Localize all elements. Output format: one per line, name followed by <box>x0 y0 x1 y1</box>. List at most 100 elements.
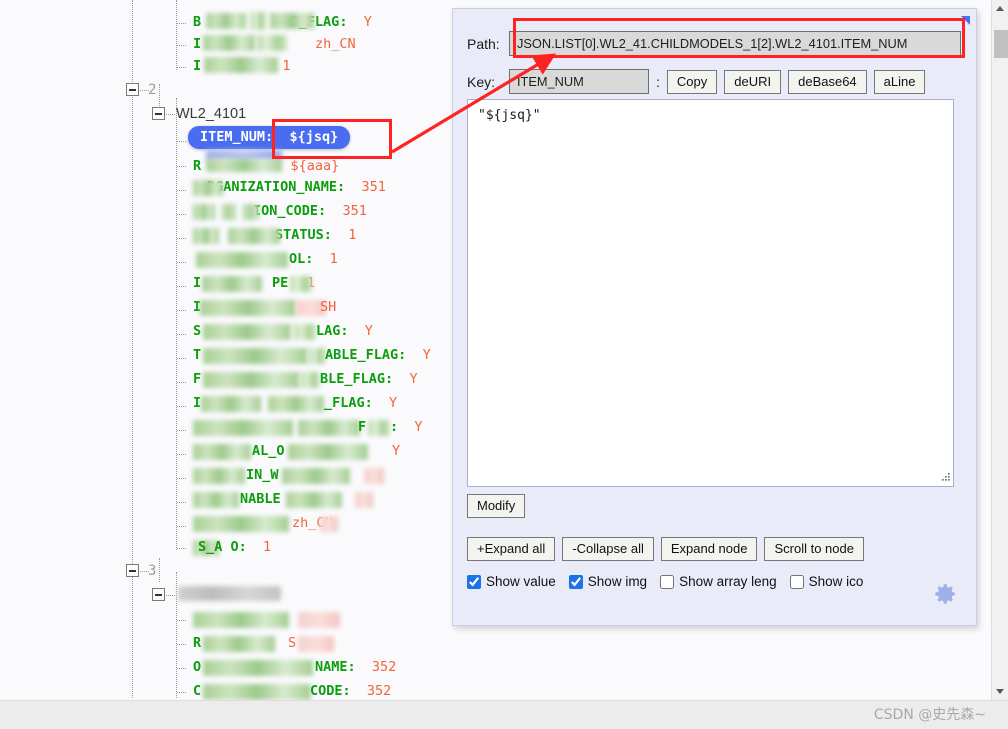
tree-row-colon: : <box>347 659 356 675</box>
tree-row-colon: : <box>340 323 349 339</box>
redaction-block <box>364 468 384 484</box>
tree-guide-level2-c <box>176 572 177 698</box>
tree-row-value-fragment: SH <box>320 297 336 318</box>
tree-tick <box>177 45 186 46</box>
show-value-checkbox[interactable] <box>467 574 481 589</box>
tree-row-value: S <box>288 635 297 651</box>
tree-row-colon: : <box>385 371 394 387</box>
expand-node-button[interactable]: Expand node <box>660 537 758 561</box>
key-row: Key: ITEM_NUM : Copy deURI deBase64 aLin… <box>467 69 967 94</box>
deuri-button[interactable]: deURI <box>724 69 782 94</box>
scroll-to-node-button[interactable]: Scroll to node <box>764 537 864 561</box>
tree-row[interactable]: R <box>193 633 201 654</box>
node-button-row: +Expand all -Collapse all Expand node Sc… <box>467 537 871 561</box>
tree-row[interactable]: zh_CN <box>292 513 333 534</box>
tree-row-tail: : Y <box>390 417 423 438</box>
show-img-option[interactable]: Show img <box>568 574 647 589</box>
tree-row-value: zh_CN <box>292 515 333 531</box>
tree-row-colon: : <box>390 419 399 435</box>
vertical-scrollbar[interactable] <box>991 0 1008 700</box>
debase64-button[interactable]: deBase64 <box>788 69 867 94</box>
tree-row-key-tail: BLE_FLAG <box>320 371 386 387</box>
tree-tick <box>177 334 186 335</box>
tree-row-key-tail: ION_CODE <box>253 203 319 219</box>
tree-toggle-node-3[interactable] <box>126 564 139 577</box>
tree-row-value: 351 <box>342 203 367 219</box>
tree-row[interactable]: RGANIZATION_NAME: 351 <box>207 177 386 198</box>
tree-row[interactable]: S_A O: 1 <box>198 537 271 558</box>
tree-row-key: T <box>193 347 202 363</box>
tree-row-selected-key: ITEM_NUM <box>200 129 266 145</box>
show-img-checkbox[interactable] <box>568 574 583 589</box>
redacted-node-3-name <box>178 586 281 601</box>
scroll-up-arrow-icon[interactable] <box>992 0 1008 17</box>
tree-row[interactable]: OL: 1 <box>289 249 338 270</box>
tree-row[interactable]: F <box>358 417 366 438</box>
tree-row[interactable]: S <box>193 321 201 342</box>
show-array-leng-checkbox[interactable] <box>660 574 675 589</box>
tree-row[interactable]: NABLE <box>240 489 281 510</box>
tree-row[interactable]: T <box>193 345 201 366</box>
tree-row-key-tail: IN_W <box>246 467 279 483</box>
tree-row[interactable]: F <box>193 369 201 390</box>
value-editor[interactable] <box>467 99 954 487</box>
expand-all-button[interactable]: +Expand all <box>467 537 556 561</box>
redaction-block <box>196 252 288 268</box>
show-value-option[interactable]: Show value <box>467 574 556 589</box>
tree-tick <box>177 23 186 24</box>
tree-row[interactable]: I <box>193 297 201 318</box>
tree-tick <box>166 114 175 115</box>
show-array-leng-option[interactable]: Show array leng <box>660 574 777 589</box>
tree-tick <box>177 190 186 191</box>
tree-row[interactable]: STATUS: 1 <box>275 225 356 246</box>
tree-row-key-tail: NAME <box>315 659 348 675</box>
tree-row[interactable]: I 1 <box>193 56 291 77</box>
tree-tick <box>177 238 186 239</box>
tree-toggle-wl2-4101[interactable] <box>152 107 165 120</box>
tree-row-selected[interactable]: ITEM_NUM: ${jsq} <box>188 126 351 149</box>
path-input[interactable]: JSON.LIST[0].WL2_41.CHILDMODELS_1[2].WL2… <box>509 31 961 56</box>
tree-row-colon: : <box>342 683 351 699</box>
copy-button[interactable]: Copy <box>666 69 718 94</box>
scroll-down-arrow-icon[interactable] <box>992 683 1008 700</box>
json-detail-panel: Path: JSON.LIST[0].WL2_41.CHILDMODELS_1[… <box>452 8 977 626</box>
tree-tick <box>177 620 186 621</box>
path-label: Path: <box>467 35 500 52</box>
tree-row-value: SH <box>320 299 337 315</box>
tree-row[interactable]: ION_CODE: 351 <box>253 201 367 222</box>
show-ico-checkbox[interactable] <box>789 574 804 589</box>
collapse-all-button[interactable]: -Collapse all <box>562 537 654 561</box>
tree-row-value: Y <box>363 14 372 30</box>
tree-tick <box>177 454 186 455</box>
tree-tick <box>177 214 186 215</box>
show-ico-option[interactable]: Show ico <box>789 574 863 589</box>
tree-row[interactable]: B E_FLAG: Y <box>193 12 372 33</box>
tree-row-tail: Y <box>392 441 400 462</box>
tree-node-wl2-4101[interactable]: WL2_4101 <box>176 104 246 125</box>
tree-row-key-tail: NABLE <box>240 491 281 507</box>
key-input[interactable]: ITEM_NUM <box>509 69 649 94</box>
triangle-collapse-icon[interactable] <box>961 16 970 25</box>
tree-node-index-3[interactable]: 3 <box>148 561 156 582</box>
gear-icon[interactable] <box>932 581 958 607</box>
tree-tick <box>177 358 186 359</box>
modify-button[interactable]: Modify <box>467 494 526 518</box>
tree-row[interactable]: R ${aaa} <box>193 156 339 177</box>
tree-row[interactable]: IN_W <box>246 465 279 486</box>
tree-guide-level3-a <box>159 84 160 108</box>
aline-button[interactable]: aLine <box>873 69 926 94</box>
tree-row[interactable]: I zh_CN <box>193 34 356 55</box>
tree-row[interactable]: O <box>193 657 201 678</box>
tree-toggle-node-3-child[interactable] <box>152 588 165 601</box>
tree-row-colon: : <box>364 395 373 411</box>
tree-node-index-2[interactable]: 2 <box>148 80 156 101</box>
redaction-block <box>193 492 239 508</box>
tree-toggle-node-2[interactable] <box>126 83 139 96</box>
tree-tick <box>177 166 186 167</box>
tree-row[interactable]: AL_O <box>252 441 285 462</box>
tree-row-tail: NAME: 352 <box>315 657 396 678</box>
scroll-thumb[interactable] <box>994 30 1008 58</box>
tree-row[interactable]: I <box>193 393 201 414</box>
tree-row[interactable]: I 1 <box>193 273 315 294</box>
tree-row[interactable]: C <box>193 681 201 700</box>
